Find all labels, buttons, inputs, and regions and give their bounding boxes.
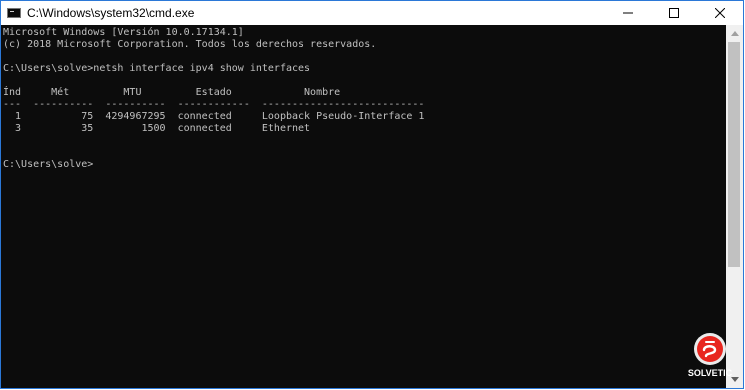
watermark-logo: SOLVETIC (679, 332, 741, 384)
console-line: C:\Users\solve>netsh interface ipv4 show… (3, 63, 311, 74)
console-prompt-line: C:\Users\solve> (3, 159, 94, 170)
scrollbar-thumb[interactable] (728, 42, 740, 267)
console-line: --- ---------- ---------- ------------ -… (3, 99, 425, 110)
maximize-icon (669, 8, 679, 18)
console-line: Índ Mét MTU Estado Nombre (3, 87, 341, 98)
title-bar[interactable]: C:\Windows\system32\cmd.exe (1, 1, 743, 25)
minimize-icon (623, 12, 633, 14)
cmd-window: C:\Windows\system32\cmd.exe Microsoft Wi… (0, 0, 744, 389)
watermark-text: SOLVETIC (687, 368, 733, 378)
maximize-button[interactable] (651, 1, 697, 25)
chevron-up-icon (730, 31, 739, 36)
console-line: 1 75 4294967295 connected Loopback Pseud… (3, 111, 425, 122)
scrollbar-track[interactable] (726, 42, 743, 371)
window-title: C:\Windows\system32\cmd.exe (27, 6, 195, 20)
close-button[interactable] (697, 1, 743, 25)
console-line: Microsoft Windows [Versión 10.0.17134.1] (3, 27, 244, 38)
solvetic-logo-icon (694, 333, 726, 365)
close-icon (715, 8, 725, 18)
cmd-app-icon[interactable] (7, 8, 21, 18)
scroll-up-button[interactable] (726, 25, 743, 42)
console-line: (c) 2018 Microsoft Corporation. Todos lo… (3, 39, 377, 50)
console-output[interactable]: Microsoft Windows [Versión 10.0.17134.1]… (1, 25, 726, 388)
minimize-button[interactable] (605, 1, 651, 25)
console-line: 3 35 1500 connected Ethernet (3, 123, 311, 134)
